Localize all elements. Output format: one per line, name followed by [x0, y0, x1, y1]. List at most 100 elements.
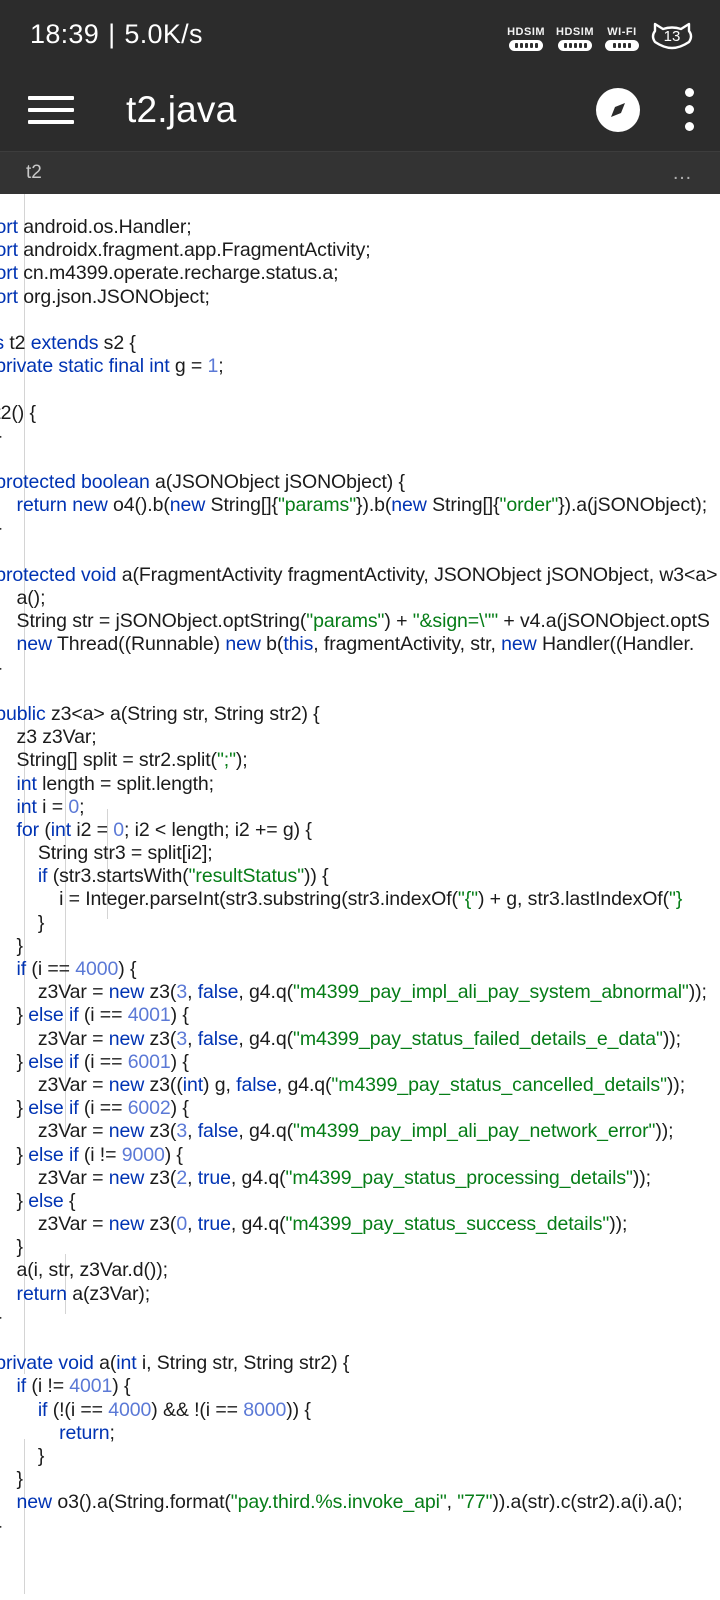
- editor-tabbar: t2 …: [0, 152, 720, 194]
- code-token: ;: [109, 1421, 115, 1444]
- code-line: }: [0, 425, 720, 448]
- code-token: 8000: [243, 1398, 287, 1421]
- code-token: else if: [28, 1143, 79, 1166]
- code-line: }: [0, 912, 720, 935]
- code-token: t2: [4, 331, 31, 354]
- code-token: ) {: [164, 1143, 183, 1166]
- code-token: protected boolean: [0, 471, 150, 494]
- code-token: "m4399_pay_status_failed_details_e_data": [293, 1027, 663, 1050]
- tab-t2[interactable]: t2: [26, 162, 42, 184]
- code-token: ,: [446, 1491, 458, 1514]
- code-token: z3(: [144, 1120, 177, 1143]
- code-token: false: [236, 1073, 277, 1096]
- code-line: }: [0, 1515, 720, 1538]
- code-token: nport: [0, 285, 18, 308]
- code-line: new Thread((Runnable) new b(this, fragme…: [0, 633, 720, 656]
- code-token: "m4399_pay_impl_ali_pay_network_error": [293, 1120, 656, 1143]
- code-token: a(z3Var);: [66, 1282, 151, 1305]
- kebab-menu-icon[interactable]: [684, 88, 694, 131]
- compass-icon[interactable]: [594, 86, 642, 134]
- code-token: s2 {: [98, 331, 136, 354]
- code-token: if: [37, 1398, 48, 1421]
- tabbar-overflow-icon[interactable]: …: [672, 163, 694, 183]
- code-token: (i ==: [78, 1004, 128, 1027]
- code-token: }: [16, 1097, 24, 1120]
- sim1-bars: [509, 40, 544, 51]
- code-token: true: [197, 1166, 231, 1189]
- code-line: z3 z3Var;: [0, 726, 720, 749]
- code-token: new: [501, 633, 537, 656]
- code-token: nport: [0, 239, 18, 262]
- code-line: }: [0, 1445, 720, 1468]
- status-separator: |: [108, 18, 116, 49]
- source-code-text[interactable]: nport android.os.Handler;nport androidx.…: [0, 216, 720, 1538]
- code-editor-area[interactable]: nport android.os.Handler;nport androidx.…: [0, 194, 720, 1600]
- code-line: } else if (i == 6001) {: [0, 1051, 720, 1074]
- code-token: g =: [169, 355, 208, 378]
- code-token: public: [0, 702, 46, 725]
- code-line: if (i == 4000) {: [0, 958, 720, 981]
- code-token: true: [197, 1213, 231, 1236]
- code-token: "params": [277, 494, 357, 517]
- code-token: a();: [16, 587, 46, 609]
- code-token: Handler((Handler.: [536, 633, 695, 656]
- code-token: ));: [666, 1073, 686, 1096]
- code-line: } else {: [0, 1190, 720, 1213]
- code-token: false: [197, 1027, 239, 1050]
- code-token: int: [182, 1073, 204, 1096]
- hamburger-icon[interactable]: [28, 90, 74, 130]
- code-line: new o3().a(String.format("pay.third.%s.i…: [0, 1491, 720, 1514]
- code-token: ));: [655, 1120, 674, 1143]
- code-token: , g4.q(: [238, 1027, 294, 1050]
- code-token: "{": [457, 888, 478, 911]
- code-line: protected boolean a(JSONObject jSONObjec…: [0, 471, 720, 494]
- code-token: else if: [28, 1050, 79, 1073]
- code-token: }: [16, 1004, 24, 1027]
- code-token: z3Var =: [37, 1166, 104, 1189]
- code-token: z3Var =: [37, 1213, 104, 1236]
- code-line: if (str3.startsWith("resultStatus")) {: [0, 865, 720, 888]
- code-token: String str = jSONObject.optString(: [0, 610, 307, 633]
- code-token: new: [108, 981, 145, 1004]
- code-token: String str3 = split[i2];: [37, 842, 213, 865]
- code-token: (!(i ==: [47, 1398, 109, 1421]
- code-token: z3Var =: [37, 1073, 104, 1096]
- code-token: return new: [16, 494, 108, 517]
- code-token: }: [16, 1468, 24, 1491]
- code-line: z3Var = new z3((int) g, false, g4.q("m43…: [0, 1074, 720, 1097]
- code-token: new: [16, 1491, 53, 1514]
- code-token: ) + g, str3.lastIndexOf(: [477, 888, 670, 911]
- code-token: for: [16, 818, 40, 841]
- battery-level-text: 13: [663, 28, 681, 45]
- code-token: z3(: [144, 1213, 177, 1236]
- code-token: }).a(jSONObject);: [558, 494, 708, 517]
- code-token: ) g,: [203, 1073, 237, 1096]
- code-line: for (int i2 = 0; i2 < length; i2 += g) {: [0, 819, 720, 842]
- code-token: );: [235, 749, 248, 772]
- code-token: , fragmentActivity, str,: [313, 633, 502, 656]
- code-line: }: [0, 1468, 720, 1491]
- code-token: ) {: [170, 1097, 189, 1120]
- code-token: z3 z3Var;: [16, 726, 97, 749]
- code-line: nport androidx.fragment.app.FragmentActi…: [0, 239, 720, 262]
- code-token: new: [108, 1166, 145, 1189]
- code-token: "pay.third.%s.invoke_api": [230, 1491, 447, 1514]
- code-token: 4000: [75, 958, 119, 980]
- code-token: new: [108, 1120, 145, 1143]
- code-token: z3(: [144, 1166, 177, 1189]
- code-token: 6002: [127, 1097, 171, 1120]
- code-line: } else if (i != 9000) {: [0, 1144, 720, 1167]
- code-token: 9000: [121, 1143, 165, 1166]
- code-token: protected void: [0, 563, 117, 586]
- code-token: String[] split = str2.split(: [16, 749, 218, 772]
- code-token: 0: [176, 1213, 188, 1236]
- code-token: )) {: [286, 1398, 311, 1421]
- code-token: cn.m4399.operate.recharge.status.a;: [17, 262, 339, 285]
- code-token: if: [16, 1375, 27, 1398]
- code-token: int: [50, 818, 72, 841]
- code-token: (i ==: [78, 1097, 128, 1120]
- code-line: String str3 = split[i2];: [0, 842, 720, 865]
